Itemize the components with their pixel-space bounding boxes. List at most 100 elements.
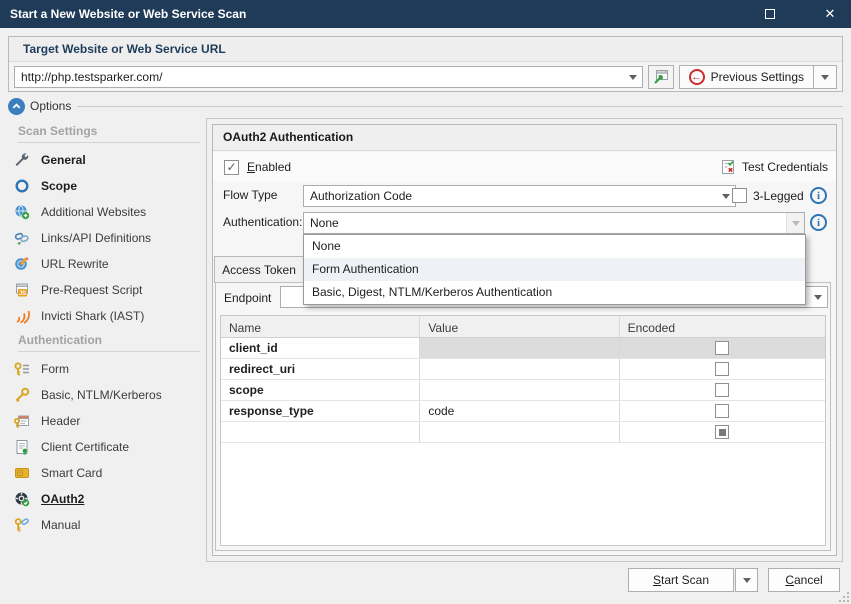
cell-name[interactable] — [221, 422, 420, 442]
links-icon — [14, 230, 30, 246]
shark-waves-icon — [14, 308, 30, 324]
sidebar-item-oauth2[interactable]: OAuth2 — [8, 486, 204, 512]
table-row[interactable]: response_typecode — [221, 401, 825, 422]
column-header-encoded[interactable]: Encoded — [620, 316, 825, 337]
oauth2-panel: OAuth2 Authentication ✓ Enabled Test Cre… — [206, 118, 843, 562]
cell-encoded — [620, 380, 825, 400]
test-credentials-button[interactable]: Test Credentials — [720, 152, 828, 182]
cell-value[interactable]: code — [420, 401, 619, 421]
form-key-icon — [14, 361, 30, 377]
oauth2-icon — [14, 491, 30, 507]
cancel-button[interactable]: Cancel — [768, 568, 840, 592]
flow-type-combobox[interactable]: Authorization Code — [303, 185, 736, 207]
sidebar-item-header[interactable]: Header — [8, 408, 204, 434]
oauth2-group-header: OAuth2 Authentication — [213, 125, 836, 151]
flow-type-row: Flow Type Authorization Code 3-Legged i — [213, 183, 836, 209]
sidebar-item-links-api-definitions[interactable]: Links/API Definitions — [8, 225, 204, 251]
chevron-down-icon[interactable] — [624, 67, 642, 87]
options-label[interactable]: Options — [30, 99, 71, 113]
sidebar-item-label: Basic, NTLM/Kerberos — [41, 388, 162, 402]
cell-value[interactable] — [420, 422, 619, 442]
options-toggle-row: Options — [8, 96, 843, 116]
info-icon[interactable]: i — [810, 187, 827, 204]
three-legged-checkbox[interactable] — [732, 188, 747, 203]
wrench-icon — [14, 152, 30, 168]
sidebar-item-label: Manual — [41, 518, 80, 532]
previous-settings-dropdown-button[interactable] — [814, 65, 837, 89]
sidebar-item-form[interactable]: Form — [8, 356, 204, 382]
sidebar-item-basic-ntlm-kerberos[interactable]: Basic, NTLM/Kerberos — [8, 382, 204, 408]
blue-circle-chevron-up-icon[interactable] — [8, 98, 25, 115]
sidebar-item-client-certificate[interactable]: Client Certificate — [8, 434, 204, 460]
sidebar-item-label: Scope — [41, 179, 77, 193]
info-icon[interactable]: i — [810, 214, 827, 231]
table-header-row: NameValueEncoded — [221, 316, 825, 338]
resize-grip[interactable] — [839, 592, 849, 602]
sidebar-item-invicti-shark-iast-[interactable]: Invicti Shark (IAST) — [8, 303, 204, 329]
window-green-arrow-icon — [653, 69, 669, 85]
js-script-icon: JS — [14, 282, 30, 298]
sidebar-item-scope[interactable]: Scope — [8, 173, 204, 199]
close-button[interactable]: ✕ — [813, 0, 847, 28]
sidebar-section-header: Scan Settings — [8, 120, 204, 141]
previous-settings-splitbutton: ← Previous Settings — [679, 65, 837, 89]
indeterminate-mark — [719, 429, 726, 436]
globe-plus-icon — [14, 204, 30, 220]
table-row[interactable] — [221, 422, 825, 443]
column-header-value[interactable]: Value — [420, 316, 619, 337]
cell-value[interactable] — [420, 338, 619, 358]
table-row[interactable]: redirect_uri — [221, 359, 825, 380]
cell-value[interactable] — [420, 380, 619, 400]
sidebar-item-url-rewrite[interactable]: URL Rewrite — [8, 251, 204, 277]
parameters-table: NameValueEncodedclient_idredirect_urisco… — [220, 315, 826, 546]
certificate-icon — [14, 439, 30, 455]
cell-name[interactable]: scope — [221, 380, 420, 400]
close-icon: ✕ — [825, 6, 836, 22]
sidebar-item-label: Header — [41, 414, 80, 428]
table-row[interactable]: client_id — [221, 338, 825, 359]
maximize-button[interactable] — [753, 0, 787, 28]
sidebar-item-additional-websites[interactable]: Additional Websites — [8, 199, 204, 225]
encoded-checkbox[interactable] — [715, 341, 729, 355]
oauth2-group: OAuth2 Authentication ✓ Enabled Test Cre… — [212, 124, 837, 556]
flow-type-value: Authorization Code — [304, 189, 717, 203]
sidebar-item-pre-request-script[interactable]: JSPre-Request Script — [8, 277, 204, 303]
enabled-label: Enabled — [247, 160, 291, 174]
target-url-header: Target Website or Web Service URL — [9, 37, 842, 62]
sidebar-item-manual[interactable]: Manual — [8, 512, 204, 538]
column-header-name[interactable]: Name — [221, 316, 420, 337]
access-token-tab[interactable]: Access Token — [214, 256, 304, 283]
start-scan-button[interactable]: Start Scan — [628, 568, 734, 592]
encoded-checkbox[interactable] — [715, 383, 729, 397]
target-url-combobox[interactable]: http://php.testsparker.com/ — [14, 66, 643, 88]
enabled-checkbox[interactable]: ✓ — [224, 160, 239, 175]
url-rewrite-icon — [14, 256, 30, 272]
cell-name[interactable]: client_id — [221, 338, 420, 358]
encoded-checkbox[interactable] — [715, 404, 729, 418]
window-title: Start a New Website or Web Service Scan — [0, 7, 753, 21]
start-scan-dropdown-button[interactable] — [735, 568, 758, 592]
check-icon: ✓ — [226, 161, 236, 173]
chevron-down-icon[interactable] — [786, 213, 804, 233]
three-legged-control: 3-Legged — [732, 188, 804, 203]
previous-settings-label: Previous Settings — [711, 70, 804, 84]
dropdown-option-basic-digest-ntlm-kerberos-authentication[interactable]: Basic, Digest, NTLM/Kerberos Authenticat… — [304, 281, 805, 304]
sidebar-item-general[interactable]: General — [8, 147, 204, 173]
dropdown-option-form-authentication[interactable]: Form Authentication — [304, 258, 805, 281]
chevron-down-icon[interactable] — [809, 287, 827, 307]
sidebar-item-label: Smart Card — [41, 466, 102, 480]
target-url-group: Target Website or Web Service URL http:/… — [8, 36, 843, 92]
table-row[interactable]: scope — [221, 380, 825, 401]
open-in-browser-button[interactable] — [648, 65, 674, 89]
cell-value[interactable] — [420, 359, 619, 379]
previous-settings-button[interactable]: ← Previous Settings — [679, 65, 814, 89]
cell-name[interactable]: response_type — [221, 401, 420, 421]
dropdown-option-none[interactable]: None — [304, 235, 805, 258]
encoded-checkbox[interactable] — [715, 425, 729, 439]
sidebar-item-smart-card[interactable]: Smart Card — [8, 460, 204, 486]
sidebar-item-label: Additional Websites — [41, 205, 146, 219]
cell-encoded — [620, 359, 825, 379]
authentication-combobox[interactable]: None — [303, 212, 805, 234]
cell-name[interactable]: redirect_uri — [221, 359, 420, 379]
encoded-checkbox[interactable] — [715, 362, 729, 376]
